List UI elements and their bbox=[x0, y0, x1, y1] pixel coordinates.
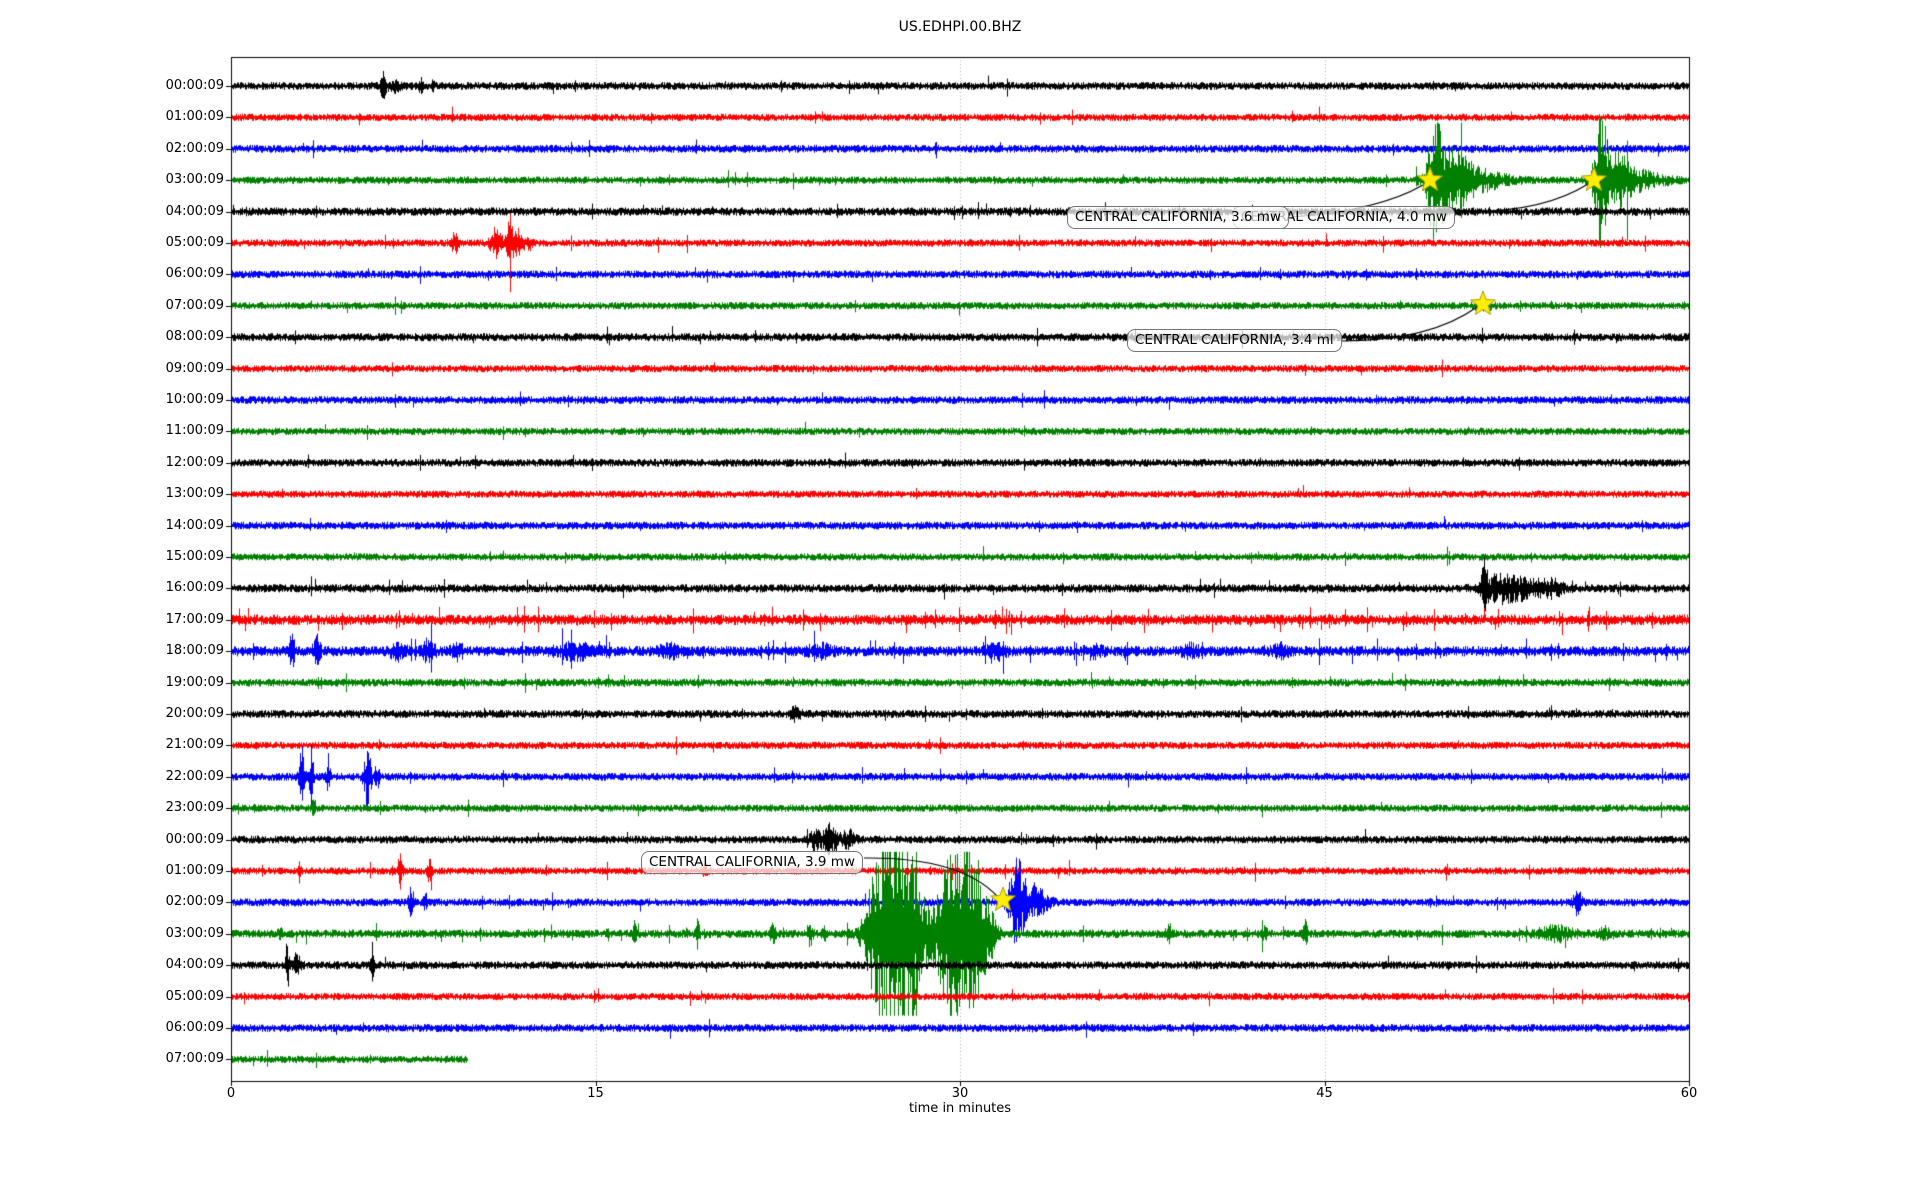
x-tick-label: 45 bbox=[1316, 1086, 1333, 1101]
x-tick-label: 60 bbox=[1680, 1086, 1698, 1101]
y-tick-label: 18:00:09 bbox=[165, 643, 224, 659]
y-tick-label: 02:00:09 bbox=[165, 894, 224, 910]
y-tick-label: 07:00:09 bbox=[165, 297, 224, 313]
y-tick-label: 04:00:09 bbox=[165, 203, 224, 219]
y-tick-label: 05:00:09 bbox=[165, 988, 224, 1004]
y-tick-label: 23:00:09 bbox=[165, 800, 224, 816]
seismogram-dayplot: US.EDHPI.00.BHZ 00:00:09 01:00:09 02:00:09… bbox=[0, 0, 1920, 1200]
event-annotation: CENTRAL CALIFORNIA, 3.4 ml bbox=[1127, 329, 1342, 352]
y-tick-label: 12:00:09 bbox=[165, 454, 224, 470]
y-tick-label: 03:00:09 bbox=[165, 925, 224, 941]
y-tick-label: 10:00:09 bbox=[165, 392, 224, 407]
y-tick-label: 06:00:09 bbox=[165, 1020, 224, 1035]
y-tick-label: 02:00:09 bbox=[165, 140, 224, 156]
y-tick-label: 21:00:09 bbox=[165, 737, 224, 753]
plot-title: US.EDHPI.00.BHZ bbox=[898, 19, 1022, 35]
event-annotation: CENTRAL CALIFORNIA, 3.6 mw bbox=[1067, 206, 1289, 229]
y-tick-label: 17:00:09 bbox=[165, 611, 224, 627]
event-annotation: CENTRAL CALIFORNIA, 3.9 mw bbox=[641, 851, 863, 874]
y-tick-label: 00:00:09 bbox=[165, 78, 224, 93]
y-tick-label: 09:00:09 bbox=[165, 360, 224, 376]
y-tick-label: 01:00:09 bbox=[165, 863, 224, 878]
y-tick-label: 13:00:09 bbox=[165, 486, 224, 502]
y-tick-label: 01:00:09 bbox=[165, 109, 224, 125]
x-axis-label: time in minutes bbox=[908, 1101, 1012, 1116]
y-tick-label: 19:00:09 bbox=[165, 674, 224, 690]
y-tick-label: 04:00:09 bbox=[165, 957, 224, 973]
y-tick-label: 11:00:09 bbox=[165, 423, 224, 439]
y-tick-label: 16:00:09 bbox=[165, 580, 224, 596]
y-tick-label: 07:00:09 bbox=[165, 1051, 224, 1067]
y-tick-label: 14:00:09 bbox=[165, 517, 224, 533]
y-tick-label: 06:00:09 bbox=[165, 266, 224, 282]
y-tick-label: 05:00:09 bbox=[165, 235, 224, 250]
x-tick-label: 15 bbox=[587, 1086, 604, 1101]
seismogram-canvas bbox=[0, 0, 1920, 1200]
y-tick-label: 20:00:09 bbox=[165, 706, 224, 721]
y-tick-label: 15:00:09 bbox=[165, 549, 224, 564]
x-tick-label: 30 bbox=[951, 1086, 969, 1101]
y-tick-label: 22:00:09 bbox=[165, 768, 224, 784]
y-tick-label: 03:00:09 bbox=[165, 172, 224, 188]
x-tick-label: 0 bbox=[226, 1086, 236, 1101]
y-tick-label: 00:00:09 bbox=[165, 831, 224, 847]
y-tick-label: 08:00:09 bbox=[165, 329, 224, 345]
